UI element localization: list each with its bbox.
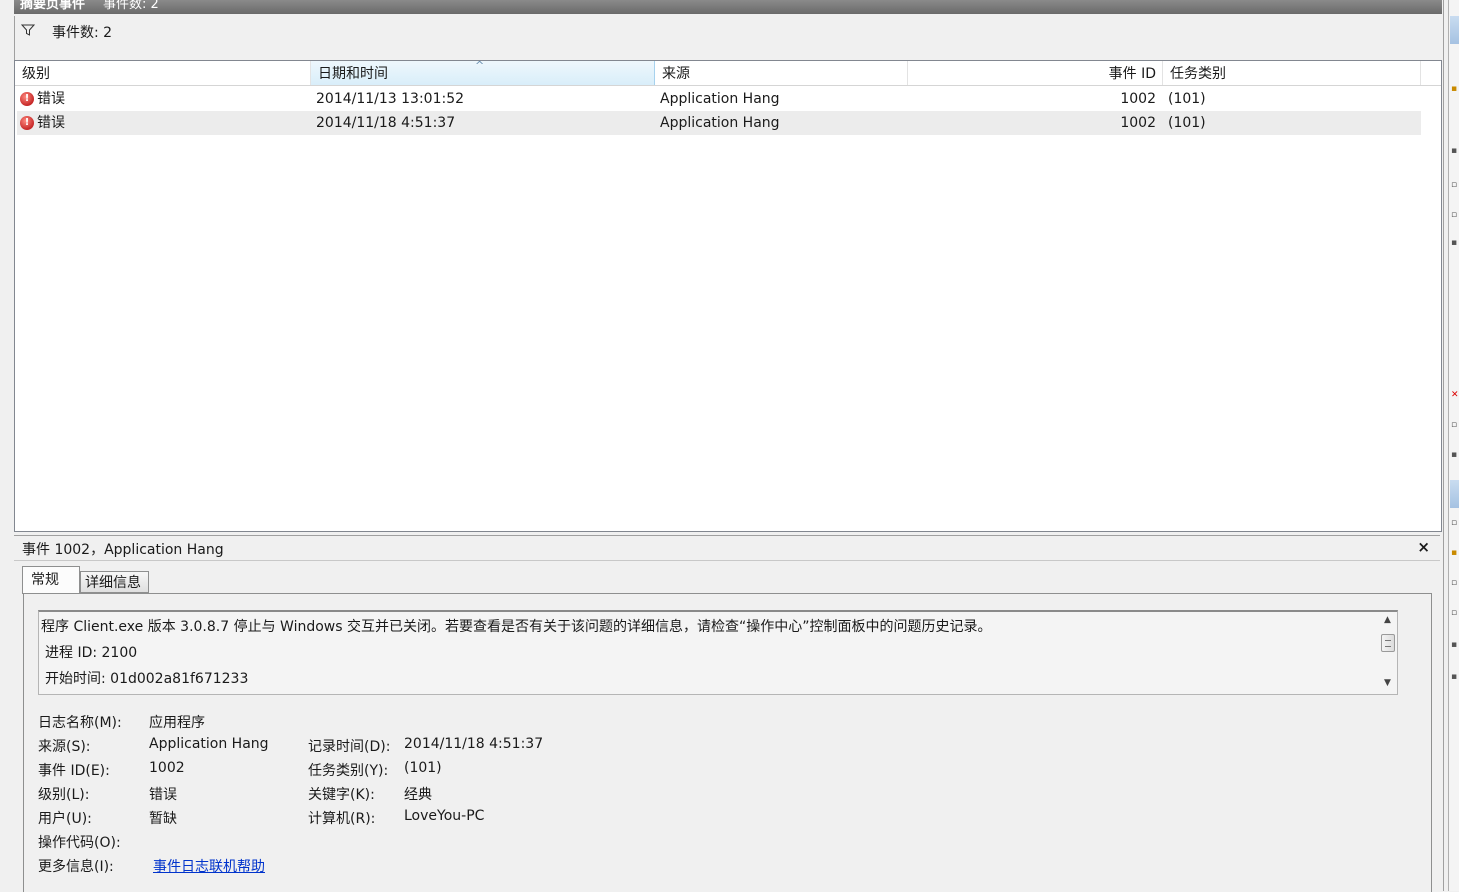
- panel-title-bar: 摘要页事件 事件数: 2: [14, 0, 1442, 14]
- event-properties-icon[interactable]: ▫: [1451, 518, 1459, 528]
- task-category-label: 任务类别(Y):: [308, 763, 389, 779]
- save-action-icon[interactable]: ▪: [1451, 238, 1459, 248]
- detail-header: 事件 1002，Application Hang ×: [14, 535, 1440, 561]
- row-level: 错误: [37, 115, 65, 131]
- source-value: Application Hang: [149, 736, 269, 752]
- view-action-icon[interactable]: ▫: [1451, 420, 1459, 430]
- column-header-datetime-label: 日期和时间: [318, 66, 388, 82]
- scroll-up-icon[interactable]: ▲: [1384, 615, 1391, 625]
- event-actions-section-header[interactable]: [1450, 480, 1459, 508]
- filter-action-icon[interactable]: ▪: [1451, 146, 1459, 156]
- copy-icon[interactable]: ▫: [1451, 578, 1459, 588]
- log-name-value: 应用程序: [149, 715, 205, 731]
- row-level: 错误: [37, 91, 65, 107]
- column-header-source[interactable]: 来源: [655, 61, 908, 85]
- source-label: 来源(S):: [38, 739, 91, 755]
- find-action-icon[interactable]: ▫: [1451, 210, 1459, 220]
- computer-label: 计算机(R):: [308, 811, 376, 827]
- event-count: 事件数: 2: [52, 25, 113, 41]
- row-task-category: (101): [1168, 91, 1206, 107]
- actions-section-header[interactable]: [1450, 16, 1459, 44]
- open-log-icon[interactable]: ▪: [1451, 84, 1459, 94]
- online-help-link[interactable]: 事件日志联机帮助: [153, 856, 265, 876]
- column-header-event-id[interactable]: 事件 ID: [908, 61, 1163, 85]
- keywords-label: 关键字(K):: [308, 787, 375, 803]
- properties-action-icon[interactable]: ▫: [1451, 180, 1459, 190]
- sort-ascending-icon: ^: [475, 59, 485, 72]
- panel-title-count: 事件数: 2: [103, 0, 159, 12]
- description-line: 程序 Client.exe 版本 3.0.8.7 停止与 Windows 交互并…: [41, 619, 992, 635]
- error-icon: !: [20, 116, 34, 130]
- more-info-label: 更多信息(I):: [38, 859, 114, 875]
- column-header-level[interactable]: 级别: [15, 61, 311, 85]
- event-help-icon[interactable]: ▪: [1451, 672, 1459, 682]
- log-name-label: 日志名称(M):: [38, 715, 122, 731]
- computer-value: LoveYou-PC: [404, 808, 485, 824]
- description-scrollbar[interactable]: ▲ ▼: [1380, 612, 1397, 694]
- error-icon: !: [20, 92, 34, 106]
- detail-title: 事件 1002，Application Hang: [22, 542, 224, 558]
- user-label: 用户(U):: [38, 811, 92, 827]
- general-tab-panel: 程序 Client.exe 版本 3.0.8.7 停止与 Windows 交互并…: [23, 593, 1432, 892]
- panel-title: 摘要页事件: [20, 0, 86, 12]
- description-line: 进程 ID: 2100: [45, 645, 138, 661]
- filter-icon[interactable]: [20, 24, 36, 40]
- column-header-task-category[interactable]: 任务类别: [1163, 61, 1421, 85]
- level-value: 错误: [149, 787, 177, 803]
- table-row[interactable]: ! 错误 2014/11/13 13:01:52 Application Han…: [17, 87, 1421, 111]
- filter-bar: 事件数: 2: [14, 16, 1443, 60]
- help-action-icon[interactable]: ▪: [1451, 450, 1459, 460]
- clear-action-icon[interactable]: ✕: [1451, 390, 1459, 400]
- row-datetime: 2014/11/18 4:51:37: [316, 115, 456, 131]
- row-event-id: 1002: [1120, 115, 1156, 131]
- row-event-id: 1002: [1120, 91, 1156, 107]
- event-id-value: 1002: [149, 760, 185, 776]
- row-task-category: (101): [1168, 115, 1206, 131]
- grid-header: 级别 ^ 日期和时间 来源 事件 ID 任务类别: [15, 59, 1441, 86]
- row-source: Application Hang: [660, 91, 780, 107]
- logged-label: 记录时间(D):: [308, 739, 391, 755]
- actions-pane-edge: ▪ ▪ ▫ ▫ ▪ ✕ ▫ ▪ ▫ ▪ ▫ ▫ ▪ ▪: [1448, 0, 1459, 891]
- description-line: 开始时间: 01d002a81f671233: [45, 671, 249, 687]
- attach-task-icon[interactable]: ▪: [1451, 548, 1459, 558]
- event-id-label: 事件 ID(E):: [38, 763, 110, 779]
- panel-splitter[interactable]: [1443, 0, 1444, 891]
- row-datetime: 2014/11/13 13:01:52: [316, 91, 465, 107]
- row-source: Application Hang: [660, 115, 780, 131]
- column-header-datetime[interactable]: ^ 日期和时间: [311, 59, 655, 85]
- tab-general[interactable]: 常规: [22, 566, 80, 594]
- refresh-icon[interactable]: ▪: [1451, 640, 1459, 650]
- logged-value: 2014/11/18 4:51:37: [404, 736, 544, 752]
- event-grid[interactable]: 级别 ^ 日期和时间 来源 事件 ID 任务类别 ! 错误 2014/11/13…: [14, 59, 1442, 532]
- save-event-icon[interactable]: ▫: [1451, 608, 1459, 618]
- tab-details[interactable]: 详细信息: [80, 571, 149, 593]
- user-value: 暂缺: [149, 811, 177, 827]
- opcode-label: 操作代码(O):: [38, 835, 121, 851]
- table-row[interactable]: ! 错误 2014/11/18 4:51:37 Application Hang…: [17, 111, 1421, 135]
- close-icon[interactable]: ×: [1417, 538, 1430, 556]
- scroll-down-icon[interactable]: ▼: [1384, 678, 1391, 688]
- level-label: 级别(L):: [38, 787, 90, 803]
- scrollbar-thumb[interactable]: [1381, 634, 1395, 652]
- keywords-value: 经典: [404, 787, 432, 803]
- event-description-box[interactable]: 程序 Client.exe 版本 3.0.8.7 停止与 Windows 交互并…: [38, 610, 1398, 695]
- task-category-value: (101): [404, 760, 442, 776]
